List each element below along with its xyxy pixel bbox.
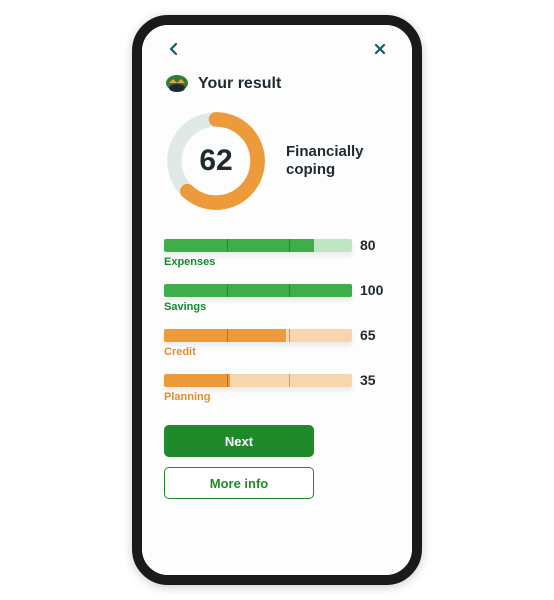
bar-track bbox=[164, 329, 352, 342]
bar-caption: Planning bbox=[164, 391, 390, 403]
page-title: Your result bbox=[198, 75, 281, 93]
bar-caption: Savings bbox=[164, 301, 390, 313]
next-button[interactable]: Next bbox=[164, 425, 314, 457]
bar-row: 35 Planning bbox=[164, 372, 390, 403]
bar-caption: Expenses bbox=[164, 256, 390, 268]
action-buttons: Next More info bbox=[164, 425, 390, 499]
close-icon bbox=[374, 43, 386, 55]
bar-row: 80 Expenses bbox=[164, 237, 390, 268]
bar-value: 100 bbox=[360, 282, 390, 298]
top-bar bbox=[164, 35, 390, 63]
bar-caption: Credit bbox=[164, 346, 390, 358]
score-value: 62 bbox=[164, 109, 268, 213]
category-bars: 80 Expenses 100 Savings 65 Credit 35 Planning bbox=[164, 237, 390, 403]
bar-row: 100 Savings bbox=[164, 282, 390, 313]
bar-value: 65 bbox=[360, 327, 390, 343]
bar-track bbox=[164, 239, 352, 252]
bar-fill bbox=[164, 329, 286, 342]
score-label: Financially coping bbox=[286, 143, 386, 179]
bar-row: 65 Credit bbox=[164, 327, 390, 358]
chevron-left-icon bbox=[168, 43, 180, 55]
page-title-row: Your result bbox=[164, 73, 390, 95]
close-button[interactable] bbox=[370, 39, 390, 59]
bar-fill bbox=[164, 284, 352, 297]
bar-fill bbox=[164, 239, 314, 252]
phone-screen: Your result 62 Financially coping 80 Expe… bbox=[142, 25, 412, 575]
phone-frame: Your result 62 Financially coping 80 Expe… bbox=[132, 15, 422, 585]
more-info-button[interactable]: More info bbox=[164, 467, 314, 499]
bar-value: 80 bbox=[360, 237, 390, 253]
score-donut: 62 bbox=[164, 109, 268, 213]
bar-track bbox=[164, 374, 352, 387]
bar-fill bbox=[164, 374, 230, 387]
score-row: 62 Financially coping bbox=[164, 109, 390, 213]
brand-logo-icon bbox=[164, 73, 190, 95]
bar-track bbox=[164, 284, 352, 297]
back-button[interactable] bbox=[164, 39, 184, 59]
bar-value: 35 bbox=[360, 372, 390, 388]
